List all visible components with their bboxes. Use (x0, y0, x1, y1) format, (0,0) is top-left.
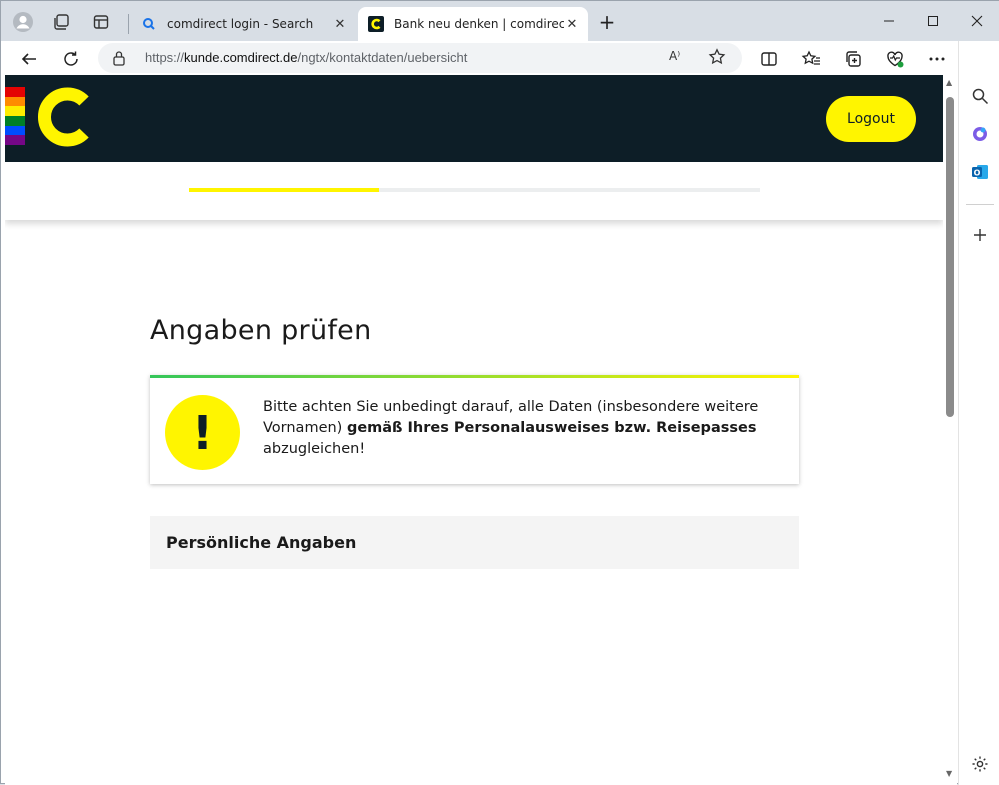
outlook-icon[interactable]: O (967, 159, 993, 185)
browser-window: comdirect login - Search ✕ Bank neu denk… (0, 0, 999, 785)
tab-title: Bank neu denken | comdirect - e (394, 17, 564, 31)
collections-icon[interactable] (839, 45, 867, 73)
url-text[interactable]: https://kunde.comdirect.de/ngtx/kontaktd… (145, 50, 467, 65)
sidebar-search-icon[interactable] (967, 83, 993, 109)
page-title: Angaben prüfen (150, 315, 372, 346)
url-prefix: https:// (145, 50, 185, 65)
split-screen-icon[interactable] (755, 45, 783, 73)
tab-actions-icon[interactable] (89, 10, 113, 34)
browser-essentials-icon[interactable] (881, 45, 909, 73)
tab-strip: comdirect login - Search ✕ Bank neu denk… (1, 1, 999, 41)
page-scrollbar[interactable]: ▲ ▼ (943, 75, 957, 785)
alert-text-bold: gemäß Ihres Personalausweises bzw. Reise… (346, 420, 757, 436)
comdirect-favicon (368, 16, 384, 32)
close-window-icon[interactable] (955, 9, 999, 33)
progress-track (189, 188, 760, 192)
more-options-icon[interactable] (923, 45, 951, 73)
alert-top-border (150, 375, 799, 378)
search-icon (141, 16, 157, 32)
profile-icon[interactable] (11, 10, 35, 34)
lock-icon[interactable] (112, 50, 126, 70)
progress-fill (189, 188, 380, 192)
comdirect-logo[interactable] (35, 86, 91, 152)
back-icon[interactable] (15, 45, 43, 73)
read-aloud-icon[interactable]: A⁾ (669, 49, 680, 63)
tab-bank-neu-denken[interactable]: Bank neu denken | comdirect - e ✕ (358, 7, 588, 41)
add-sidebar-app-icon[interactable] (967, 222, 993, 248)
warning-exclamation-icon: ! (165, 395, 240, 470)
tab-comdirect-login-search[interactable]: comdirect login - Search ✕ (131, 7, 356, 41)
new-tab-button[interactable]: + (595, 11, 619, 35)
alert-text: Bitte achten Sie unbedingt darauf, alle … (263, 397, 783, 460)
favorites-icon[interactable] (797, 45, 825, 73)
svg-text:O: O (974, 169, 981, 178)
progress-area (5, 162, 943, 220)
add-favorite-star-icon[interactable] (708, 48, 726, 70)
section-title: Persönliche Angaben (166, 533, 357, 552)
minimize-icon[interactable] (867, 9, 911, 33)
maximize-icon[interactable] (911, 9, 955, 33)
tab-title: comdirect login - Search (167, 17, 314, 31)
close-tab-icon[interactable]: ✕ (332, 16, 348, 32)
url-path: /ngtx/kontaktdaten/uebersicht (297, 50, 468, 65)
scrollbar-thumb[interactable] (946, 97, 954, 417)
section-header-personal-data: Persönliche Angaben (150, 516, 799, 569)
page-viewport: Logout Angaben prüfen ! Bitte achten Sie… (5, 75, 943, 785)
sidebar-divider (966, 204, 994, 205)
scroll-up-arrow-icon[interactable]: ▲ (946, 78, 952, 87)
tab-separator (128, 14, 129, 34)
scroll-down-arrow-icon[interactable]: ▼ (946, 769, 952, 778)
sidebar-settings-gear-icon[interactable] (967, 751, 993, 777)
refresh-icon[interactable] (57, 45, 85, 73)
address-bar[interactable]: https://kunde.comdirect.de/ngtx/kontaktd… (98, 43, 742, 73)
alert-text-after: abzugleichen! (263, 441, 366, 457)
workspaces-icon[interactable] (49, 10, 73, 34)
alert-box: ! Bitte achten Sie unbedingt darauf, all… (150, 375, 799, 484)
pride-flag-stripes (5, 87, 25, 146)
copilot-app-icon[interactable] (967, 121, 993, 147)
url-host: kunde.comdirect.de (184, 50, 298, 65)
logout-button[interactable]: Logout (826, 96, 916, 142)
site-header: Logout (5, 75, 943, 162)
close-tab-icon[interactable]: ✕ (564, 16, 580, 32)
edge-sidebar: O (958, 41, 999, 785)
